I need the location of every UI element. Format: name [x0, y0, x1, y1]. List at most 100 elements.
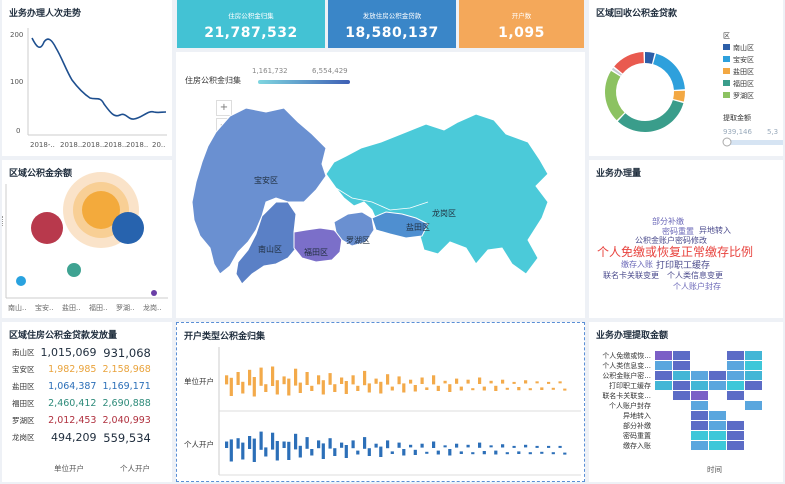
bar-unit-open[interactable]	[528, 388, 532, 391]
word-cloud-item[interactable]: 联名卡关联变更	[603, 270, 659, 281]
word-cloud-item[interactable]: 个人账户封存	[673, 281, 721, 292]
heatmap-cell[interactable]	[727, 391, 744, 400]
heatmap-cell[interactable]	[655, 361, 672, 370]
bar-personal-open[interactable]	[501, 444, 505, 448]
district-longgang[interactable]	[325, 113, 549, 275]
bar-unit-open[interactable]	[386, 374, 390, 385]
bar-personal-open[interactable]	[478, 442, 482, 448]
bar-unit-open[interactable]	[455, 378, 459, 384]
heatmap-cell[interactable]	[709, 441, 726, 450]
bar-personal-open[interactable]	[494, 450, 498, 455]
bar-personal-open[interactable]	[489, 445, 493, 448]
bar-personal-open[interactable]	[328, 438, 332, 449]
bubble-longgang[interactable]	[151, 290, 157, 296]
donut-slice[interactable]	[614, 52, 644, 74]
bar-personal-open[interactable]	[402, 449, 406, 456]
bar-personal-open[interactable]	[436, 450, 440, 455]
bar-unit-open[interactable]	[236, 372, 240, 385]
heatmap-cell[interactable]	[709, 421, 726, 430]
kpi-loans-issued[interactable]: 发放住房公积金贷款 18,580,137	[328, 0, 456, 48]
bar-personal-open[interactable]	[512, 445, 516, 448]
bubble-luohu[interactable]	[16, 276, 26, 286]
bar-personal-open[interactable]	[386, 440, 390, 449]
heatmap-cell[interactable]	[745, 351, 762, 360]
bar-personal-open[interactable]	[367, 448, 371, 456]
bar-unit-open[interactable]	[459, 386, 463, 391]
legend-item[interactable]: 福田区	[733, 79, 754, 88]
bar-personal-open[interactable]	[340, 442, 344, 448]
kpi-housing-fund[interactable]: 住房公积金归集 21,787,532	[177, 0, 325, 48]
bar-unit-open[interactable]	[471, 388, 475, 391]
heatmap-cell[interactable]	[673, 361, 690, 370]
bar-personal-open[interactable]	[390, 451, 394, 454]
heatmap-cell[interactable]	[655, 351, 672, 360]
heatmap-cell[interactable]	[745, 381, 762, 390]
legend-item[interactable]: 南山区	[733, 43, 754, 52]
bubble-baoan[interactable]	[67, 263, 81, 277]
heatmap-cell[interactable]	[727, 381, 744, 390]
bar-personal-open[interactable]	[425, 451, 429, 454]
bar-unit-open[interactable]	[524, 380, 528, 384]
donut-slice[interactable]	[653, 53, 685, 90]
bar-unit-open[interactable]	[512, 381, 516, 384]
bar-unit-open[interactable]	[448, 384, 452, 392]
bar-unit-open[interactable]	[333, 384, 337, 392]
heatmap-cell[interactable]	[691, 401, 708, 410]
bar-unit-open[interactable]	[420, 377, 424, 385]
bar-personal-open[interactable]	[282, 441, 286, 449]
bar-unit-open[interactable]	[259, 367, 263, 386]
heatmap-cell[interactable]	[709, 381, 726, 390]
bar-personal-open[interactable]	[459, 451, 463, 454]
heatmap-cell[interactable]	[709, 411, 726, 420]
heatmap-cell[interactable]	[727, 371, 744, 380]
bar-unit-open[interactable]	[402, 383, 406, 393]
bar-unit-open[interactable]	[305, 372, 309, 385]
heatmap-cell[interactable]	[745, 401, 762, 410]
heatmap-cell[interactable]	[691, 371, 708, 380]
heatmap-cell[interactable]	[745, 361, 762, 370]
bar-unit-open[interactable]	[517, 387, 521, 391]
word-cloud-item[interactable]: 缴存入账	[621, 259, 653, 270]
heatmap-cell[interactable]	[727, 351, 744, 360]
bar-personal-open[interactable]	[271, 432, 275, 450]
heatmap-cell[interactable]	[727, 431, 744, 440]
bar-personal-open[interactable]	[305, 437, 309, 449]
bar-unit-open[interactable]	[547, 381, 551, 384]
bar-personal-open[interactable]	[471, 452, 475, 455]
bar-personal-open[interactable]	[236, 438, 240, 449]
bar-unit-open[interactable]	[558, 381, 562, 384]
bar-personal-open[interactable]	[298, 445, 302, 458]
bar-unit-open[interactable]	[344, 381, 348, 394]
bar-personal-open[interactable]	[482, 451, 486, 455]
bar-personal-open[interactable]	[287, 441, 291, 460]
heatmap-cell[interactable]	[727, 441, 744, 450]
bar-unit-open[interactable]	[229, 377, 233, 396]
heatmap-cell[interactable]	[691, 381, 708, 390]
donut-slice[interactable]	[617, 100, 684, 132]
bar-unit-open[interactable]	[363, 370, 367, 386]
bar-personal-open[interactable]	[505, 452, 509, 455]
bar-personal-open[interactable]	[374, 443, 378, 448]
bar-unit-open[interactable]	[540, 387, 544, 390]
bar-unit-open[interactable]	[409, 379, 413, 384]
heatmap-cell[interactable]	[709, 431, 726, 440]
bar-personal-open[interactable]	[540, 451, 544, 454]
heatmap-cell[interactable]	[655, 371, 672, 380]
kpi-accounts-opened[interactable]: 开户数 1,095	[459, 0, 584, 48]
bar-unit-open[interactable]	[252, 377, 256, 397]
bar-personal-open[interactable]	[333, 448, 337, 456]
heatmap-cell[interactable]	[691, 431, 708, 440]
heatmap-cell[interactable]	[727, 361, 744, 370]
bar-personal-open[interactable]	[321, 443, 325, 459]
bar-unit-open[interactable]	[482, 386, 486, 391]
bar-personal-open[interactable]	[259, 431, 263, 450]
bar-unit-open[interactable]	[367, 383, 371, 393]
bar-personal-open[interactable]	[413, 449, 417, 455]
bar-unit-open[interactable]	[443, 380, 447, 384]
bar-unit-open[interactable]	[425, 387, 429, 390]
word-cloud-item[interactable]: 个人类信息变更	[667, 270, 723, 281]
bar-personal-open[interactable]	[379, 446, 383, 457]
bar-unit-open[interactable]	[432, 375, 436, 385]
bar-personal-open[interactable]	[248, 436, 252, 449]
bar-unit-open[interactable]	[478, 377, 482, 385]
